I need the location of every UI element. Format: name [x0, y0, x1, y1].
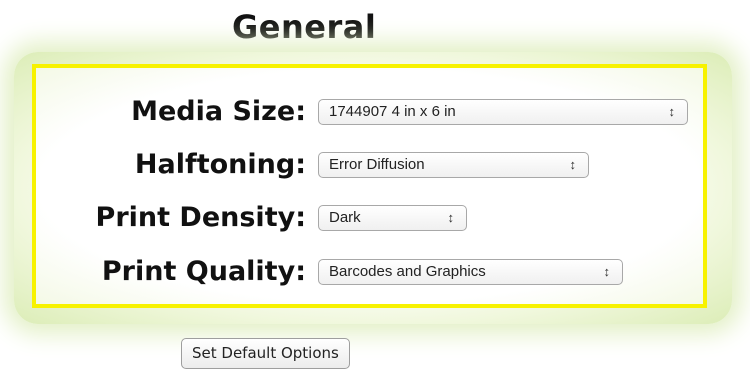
option-row-print-density: Print Density: Dark ↕	[0, 198, 750, 238]
option-row-media-size: Media Size: 1744907 4 in x 6 in ↕	[0, 92, 750, 132]
print-density-select[interactable]: Dark ↕	[318, 205, 467, 231]
option-row-print-quality: Print Quality: Barcodes and Graphics ↕	[0, 252, 750, 292]
halftoning-label: Halftoning:	[134, 149, 306, 180]
media-size-label: Media Size:	[131, 96, 306, 127]
print-quality-value: Barcodes and Graphics	[329, 263, 486, 280]
media-size-select[interactable]: 1744907 4 in x 6 in ↕	[318, 99, 688, 125]
section-title: General	[232, 8, 377, 46]
media-size-value: 1744907 4 in x 6 in	[329, 103, 456, 120]
print-density-label: Print Density:	[95, 202, 306, 233]
print-quality-label: Print Quality:	[101, 256, 306, 287]
updown-arrows-icon: ↕	[668, 104, 676, 119]
updown-arrows-icon: ↕	[603, 264, 611, 279]
set-default-options-button[interactable]: Set Default Options	[181, 338, 350, 369]
updown-arrows-icon: ↕	[447, 210, 455, 225]
halftoning-value: Error Diffusion	[329, 156, 425, 173]
updown-arrows-icon: ↕	[569, 157, 577, 172]
print-density-value: Dark	[329, 209, 361, 226]
print-quality-select[interactable]: Barcodes and Graphics ↕	[318, 259, 623, 285]
halftoning-select[interactable]: Error Diffusion ↕	[318, 152, 589, 178]
option-row-halftoning: Halftoning: Error Diffusion ↕	[0, 145, 750, 185]
